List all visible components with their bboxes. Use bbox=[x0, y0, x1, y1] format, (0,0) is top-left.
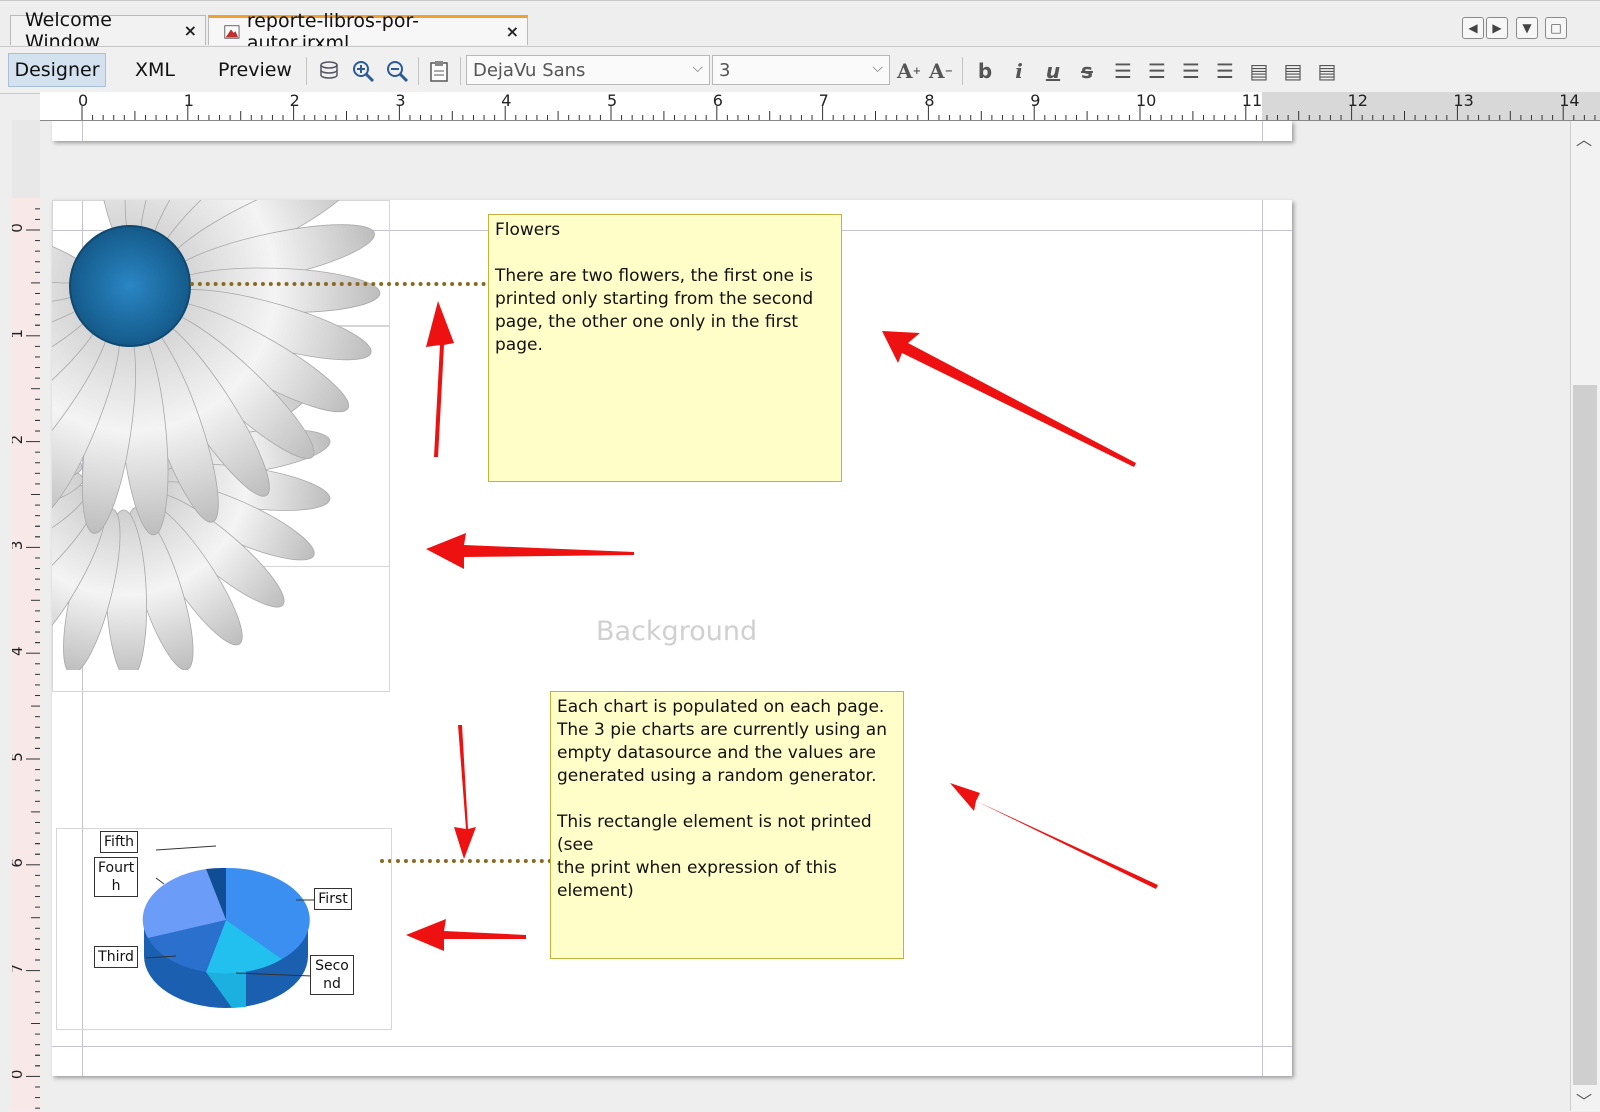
align-middle-icon[interactable]: ▤ bbox=[1280, 58, 1306, 84]
toolbar-separator bbox=[418, 57, 419, 85]
ruler-label: 9 bbox=[1030, 92, 1040, 110]
close-icon[interactable]: × bbox=[184, 21, 197, 40]
preview-view-button[interactable]: Preview bbox=[210, 53, 300, 87]
scroll-tabs-right-icon[interactable]: ▶ bbox=[1486, 17, 1508, 39]
tab-list-dropdown-icon[interactable]: ▼ bbox=[1516, 17, 1538, 39]
annotation-arrows bbox=[406, 301, 1158, 951]
horizontal-ruler: 0 1 2 3 4 5 6 7 8 9 10 11 12 13 14 bbox=[40, 92, 1600, 121]
ruler-label: 2 bbox=[12, 435, 26, 445]
underline-icon[interactable]: u bbox=[1040, 58, 1066, 84]
tab-reporte-libros-por-autor[interactable]: reporte-libros-por-autor.jrxml × bbox=[208, 10, 528, 54]
ruler-label: 7 bbox=[819, 92, 829, 110]
zoom-out-icon[interactable] bbox=[384, 58, 410, 84]
ruler-label: 6 bbox=[12, 858, 26, 868]
chevron-down-icon: ⌵ bbox=[872, 60, 883, 76]
ruler-label: 1 bbox=[12, 329, 26, 339]
ruler-label: 0 bbox=[12, 223, 26, 233]
scroll-up-icon[interactable]: ︿ bbox=[1576, 126, 1592, 150]
horizontal-ruler-ticks: 0 1 2 3 4 5 6 7 8 9 10 11 12 13 14 bbox=[78, 92, 1600, 120]
red-arrow-left-2 bbox=[406, 919, 526, 951]
xml-view-button[interactable]: XML bbox=[120, 53, 190, 87]
ruler-label: 3 bbox=[12, 541, 26, 551]
align-bottom-icon[interactable]: ▤ bbox=[1314, 58, 1340, 84]
scroll-tabs-left-icon[interactable]: ◀ bbox=[1462, 17, 1484, 39]
red-arrow-diagonal-2 bbox=[950, 783, 1158, 889]
scroll-down-icon[interactable]: ﹀ bbox=[1576, 1088, 1592, 1112]
red-arrow-down bbox=[454, 725, 476, 859]
ruler-label: 5 bbox=[607, 92, 617, 110]
decrease-font-icon[interactable]: A − bbox=[928, 58, 954, 84]
align-top-icon[interactable]: ▤ bbox=[1246, 58, 1272, 84]
ruler-label: 12 bbox=[1348, 92, 1368, 110]
chevron-down-icon: ⌵ bbox=[692, 60, 703, 76]
ruler-label: 10 bbox=[1136, 92, 1156, 110]
red-arrow-up bbox=[426, 301, 454, 457]
align-left-icon[interactable]: ☰ bbox=[1110, 58, 1136, 84]
ruler-label: 14 bbox=[1559, 92, 1579, 110]
align-center-icon[interactable]: ☰ bbox=[1178, 58, 1204, 84]
align-right-icon[interactable]: ☰ bbox=[1212, 58, 1238, 84]
ruler-label: 4 bbox=[12, 646, 26, 656]
report-file-icon bbox=[224, 24, 240, 39]
toolbar-separator bbox=[460, 57, 461, 85]
increase-font-icon[interactable]: A + bbox=[896, 58, 922, 84]
ruler-label: 5 bbox=[12, 752, 26, 762]
ruler-label: 0 bbox=[78, 92, 88, 110]
red-arrow-diagonal bbox=[882, 331, 1136, 467]
align-justify-icon[interactable]: ☰ bbox=[1144, 58, 1170, 84]
ruler-label: 8 bbox=[924, 92, 934, 110]
ruler-label: 3 bbox=[395, 92, 405, 110]
ruler-label: 11 bbox=[1242, 92, 1262, 110]
vertical-ruler: 0 1 2 3 4 5 6 7 0 bbox=[12, 120, 41, 1111]
designer-view-button[interactable]: Designer bbox=[8, 53, 106, 87]
ruler-label: 13 bbox=[1453, 92, 1473, 110]
designer-toolbar: Designer XML Preview DejaVu Sans ⌵ 3 ⌵ A… bbox=[0, 46, 1600, 94]
strikethrough-icon[interactable]: s bbox=[1074, 58, 1100, 84]
toolbar-separator bbox=[962, 57, 963, 85]
datasource-icon[interactable] bbox=[316, 58, 342, 84]
toolbar-separator bbox=[306, 57, 307, 85]
editor-tab-bar: Welcome Window × reporte-libros-por-auto… bbox=[0, 0, 1600, 54]
scrollbar-thumb[interactable] bbox=[1573, 385, 1597, 1085]
ruler-label: 2 bbox=[290, 92, 300, 110]
font-size-value: 3 bbox=[719, 59, 731, 81]
red-arrow-left bbox=[426, 533, 634, 569]
font-name-select[interactable]: DejaVu Sans ⌵ bbox=[466, 55, 710, 85]
font-size-select[interactable]: 3 ⌵ bbox=[712, 55, 890, 85]
vertical-ruler-ticks: 0 1 2 3 4 5 6 7 0 bbox=[12, 120, 40, 1111]
font-name-value: DejaVu Sans bbox=[473, 59, 586, 81]
clipboard-icon[interactable] bbox=[426, 58, 452, 84]
ruler-label: 6 bbox=[713, 92, 723, 110]
ruler-label: 7 bbox=[12, 964, 26, 974]
bold-icon[interactable]: b bbox=[972, 58, 998, 84]
ruler-label: 0 bbox=[12, 1070, 26, 1080]
maximize-window-icon[interactable]: □ bbox=[1545, 17, 1567, 39]
report-design-canvas[interactable]: Flowers There are two flowers, the first… bbox=[40, 121, 1570, 1111]
close-icon[interactable]: × bbox=[506, 22, 519, 41]
tab-welcome-window[interactable]: Welcome Window × bbox=[10, 9, 206, 53]
ruler-label: 1 bbox=[184, 92, 194, 110]
ruler-label: 4 bbox=[501, 92, 511, 110]
italic-icon[interactable]: i bbox=[1006, 58, 1032, 84]
zoom-in-icon[interactable] bbox=[350, 58, 376, 84]
